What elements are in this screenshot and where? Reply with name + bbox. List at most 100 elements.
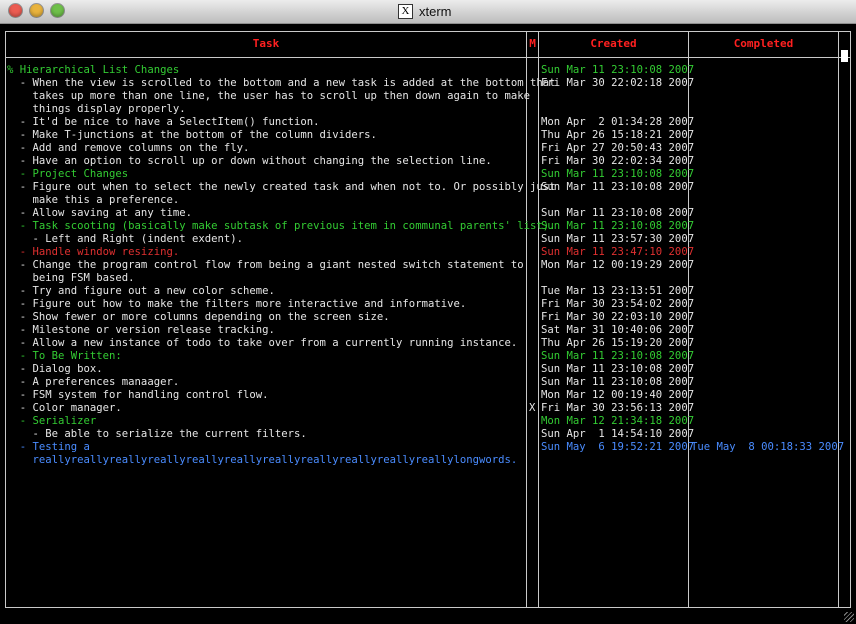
table-row[interactable]: - Allow saving at any time. Sun Mar 11 23… bbox=[0, 207, 856, 220]
table-row[interactable]: - Show fewer or more columns depending o… bbox=[0, 311, 856, 324]
window-title: X xterm bbox=[398, 3, 452, 20]
table-row[interactable]: - Have an option to scroll up or down wi… bbox=[0, 155, 856, 168]
zoom-button[interactable] bbox=[51, 4, 64, 17]
task-cell: - Change the program control flow from b… bbox=[7, 259, 524, 271]
task-cell: - Left and Right (indent exdent). bbox=[7, 233, 244, 245]
mark-cell: X bbox=[529, 402, 536, 414]
table-row[interactable]: - Make T-junctions at the bottom of the … bbox=[0, 129, 856, 142]
table-row[interactable]: things display properly. bbox=[0, 103, 856, 116]
created-cell: Sat Mar 31 10:40:06 2007 bbox=[541, 324, 695, 336]
table-row[interactable]: - Color manager. X Fri Mar 30 23:56:13 200… bbox=[0, 402, 856, 415]
scrollbar-thumb[interactable] bbox=[841, 50, 848, 62]
column-header-task[interactable]: Task bbox=[6, 37, 526, 50]
task-cell: - FSM system for handling control flow. bbox=[7, 389, 269, 401]
created-cell: Sun Mar 11 23:10:08 2007 bbox=[541, 220, 695, 232]
created-cell: Sun May 6 19:52:21 2007 bbox=[541, 441, 695, 453]
minimize-button[interactable] bbox=[30, 4, 43, 17]
table-row[interactable]: - Dialog box. Sun Mar 11 23:10:08 2007 bbox=[0, 363, 856, 376]
created-cell: Sun Mar 11 23:10:08 2007 bbox=[541, 350, 695, 362]
table-row[interactable]: - Task scooting (basically make subtask … bbox=[0, 220, 856, 233]
created-cell: Tue Mar 13 23:13:51 2007 bbox=[541, 285, 695, 297]
table-row[interactable]: - Serializer Mon Mar 12 21:34:18 2007 bbox=[0, 415, 856, 428]
table-row[interactable]: - To Be Written: Sun Mar 11 23:10:08 2007 bbox=[0, 350, 856, 363]
table-row[interactable]: - Try and figure out a new color scheme.… bbox=[0, 285, 856, 298]
task-cell: - Testing a bbox=[7, 441, 90, 453]
created-cell: Sun Mar 11 23:10:08 2007 bbox=[541, 64, 695, 76]
table-row[interactable]: - Change the program control flow from b… bbox=[0, 259, 856, 272]
created-cell: Sun Mar 11 23:10:08 2007 bbox=[541, 363, 695, 375]
resize-grip[interactable] bbox=[844, 612, 854, 622]
task-cell: being FSM based. bbox=[7, 272, 135, 284]
created-cell: Thu Apr 26 15:19:20 2007 bbox=[541, 337, 695, 349]
table-row[interactable]: - It'd be nice to have a SelectItem() fu… bbox=[0, 116, 856, 129]
table-row[interactable]: % Hierarchical List Changes Sun Mar 11 23… bbox=[0, 64, 856, 77]
table-row[interactable]: being FSM based. bbox=[0, 272, 856, 285]
completed-cell: Tue May 8 00:18:33 2007 bbox=[691, 441, 845, 453]
x11-icon: X bbox=[398, 4, 413, 19]
task-cell: - Figure out how to make the filters mor… bbox=[7, 298, 467, 310]
task-cell: - Handle window resizing. bbox=[7, 246, 180, 258]
task-cell: - Dialog box. bbox=[7, 363, 103, 375]
task-cell: - Project Changes bbox=[7, 168, 129, 180]
created-cell: Fri Apr 27 20:50:43 2007 bbox=[541, 142, 695, 154]
task-cell: - Be able to serialize the current filte… bbox=[7, 428, 307, 440]
table-row[interactable]: reallyreallyreallyreallyreallyreallyreal… bbox=[0, 454, 856, 467]
created-cell: Fri Mar 30 23:54:02 2007 bbox=[541, 298, 695, 310]
table-row[interactable]: - A preferences manaager. Sun Mar 11 23:1… bbox=[0, 376, 856, 389]
task-cell: - Have an option to scroll up or down wi… bbox=[7, 155, 492, 167]
table-row[interactable]: make this a preference. bbox=[0, 194, 856, 207]
table-row[interactable]: - When the view is scrolled to the botto… bbox=[0, 77, 856, 90]
created-cell: Sun Apr 1 14:54:10 2007 bbox=[541, 428, 695, 440]
table-row[interactable]: - Milestone or version release tracking.… bbox=[0, 324, 856, 337]
created-cell: Mon Apr 2 01:34:28 2007 bbox=[541, 116, 695, 128]
task-cell: - Color manager. bbox=[7, 402, 122, 414]
task-cell: - Add and remove columns on the fly. bbox=[7, 142, 250, 154]
created-cell: Fri Mar 30 23:56:13 2007 bbox=[541, 402, 695, 414]
created-cell: Fri Mar 30 22:03:10 2007 bbox=[541, 311, 695, 323]
table-row[interactable]: - Add and remove columns on the fly. Fri … bbox=[0, 142, 856, 155]
created-cell: Sun Mar 11 23:10:08 2007 bbox=[541, 181, 695, 193]
task-cell: - Make T-junctions at the bottom of the … bbox=[7, 129, 377, 141]
column-header-created[interactable]: Created bbox=[539, 37, 688, 50]
task-cell: - When the view is scrolled to the botto… bbox=[7, 77, 556, 89]
created-cell: Fri Mar 30 22:02:34 2007 bbox=[541, 155, 695, 167]
created-cell: Thu Apr 26 15:18:21 2007 bbox=[541, 129, 695, 141]
table-row[interactable]: - Testing a Sun May 6 19:52:21 2007 Tue Ma… bbox=[0, 441, 856, 454]
title-bar: X xterm bbox=[0, 0, 856, 24]
task-cell: reallyreallyreallyreallyreallyreallyreal… bbox=[7, 454, 518, 466]
created-cell: Mon Mar 12 00:19:29 2007 bbox=[541, 259, 695, 271]
column-header-completed[interactable]: Completed bbox=[689, 37, 838, 50]
created-cell: Fri Mar 30 22:02:18 2007 bbox=[541, 77, 695, 89]
task-cell: - To Be Written: bbox=[7, 350, 122, 362]
table-row[interactable]: - Figure out when to select the newly cr… bbox=[0, 181, 856, 194]
table-row[interactable]: - FSM system for handling control flow. M… bbox=[0, 389, 856, 402]
task-cell: - Serializer bbox=[7, 415, 97, 427]
task-cell: - Allow a new instance of todo to take o… bbox=[7, 337, 518, 349]
task-cell: - A preferences manaager. bbox=[7, 376, 180, 388]
table-row[interactable]: - Project Changes Sun Mar 11 23:10:08 200… bbox=[0, 168, 856, 181]
task-cell: - Task scooting (basically make subtask … bbox=[7, 220, 556, 232]
task-cell: % Hierarchical List Changes bbox=[7, 64, 180, 76]
table-row[interactable]: - Allow a new instance of todo to take o… bbox=[0, 337, 856, 350]
created-cell: Sun Mar 11 23:57:30 2007 bbox=[541, 233, 695, 245]
window-title-text: xterm bbox=[419, 4, 452, 19]
table-row[interactable]: - Handle window resizing. Sun Mar 11 23:4… bbox=[0, 246, 856, 259]
header-divider bbox=[5, 57, 851, 58]
created-cell: Sun Mar 11 23:10:08 2007 bbox=[541, 376, 695, 388]
task-cell: takes up more than one line, the user ha… bbox=[7, 90, 531, 102]
task-cell: - Figure out when to select the newly cr… bbox=[7, 181, 556, 193]
table-row[interactable]: - Figure out how to make the filters mor… bbox=[0, 298, 856, 311]
task-cell: - Show fewer or more columns depending o… bbox=[7, 311, 390, 323]
table-row[interactable]: - Be able to serialize the current filte… bbox=[0, 428, 856, 441]
terminal[interactable]: Task M Created Completed % Hierarchical … bbox=[0, 24, 856, 624]
task-cell: - It'd be nice to have a SelectItem() fu… bbox=[7, 116, 320, 128]
created-cell: Sun Mar 11 23:10:08 2007 bbox=[541, 168, 695, 180]
column-header-mark[interactable]: M bbox=[527, 37, 538, 50]
created-cell: Mon Mar 12 00:19:40 2007 bbox=[541, 389, 695, 401]
created-cell: Sun Mar 11 23:10:08 2007 bbox=[541, 207, 695, 219]
close-button[interactable] bbox=[9, 4, 22, 17]
task-cell: - Milestone or version release tracking. bbox=[7, 324, 275, 336]
table-row[interactable]: takes up more than one line, the user ha… bbox=[0, 90, 856, 103]
created-cell: Sun Mar 11 23:47:10 2007 bbox=[541, 246, 695, 258]
table-row[interactable]: - Left and Right (indent exdent). Sun Mar… bbox=[0, 233, 856, 246]
